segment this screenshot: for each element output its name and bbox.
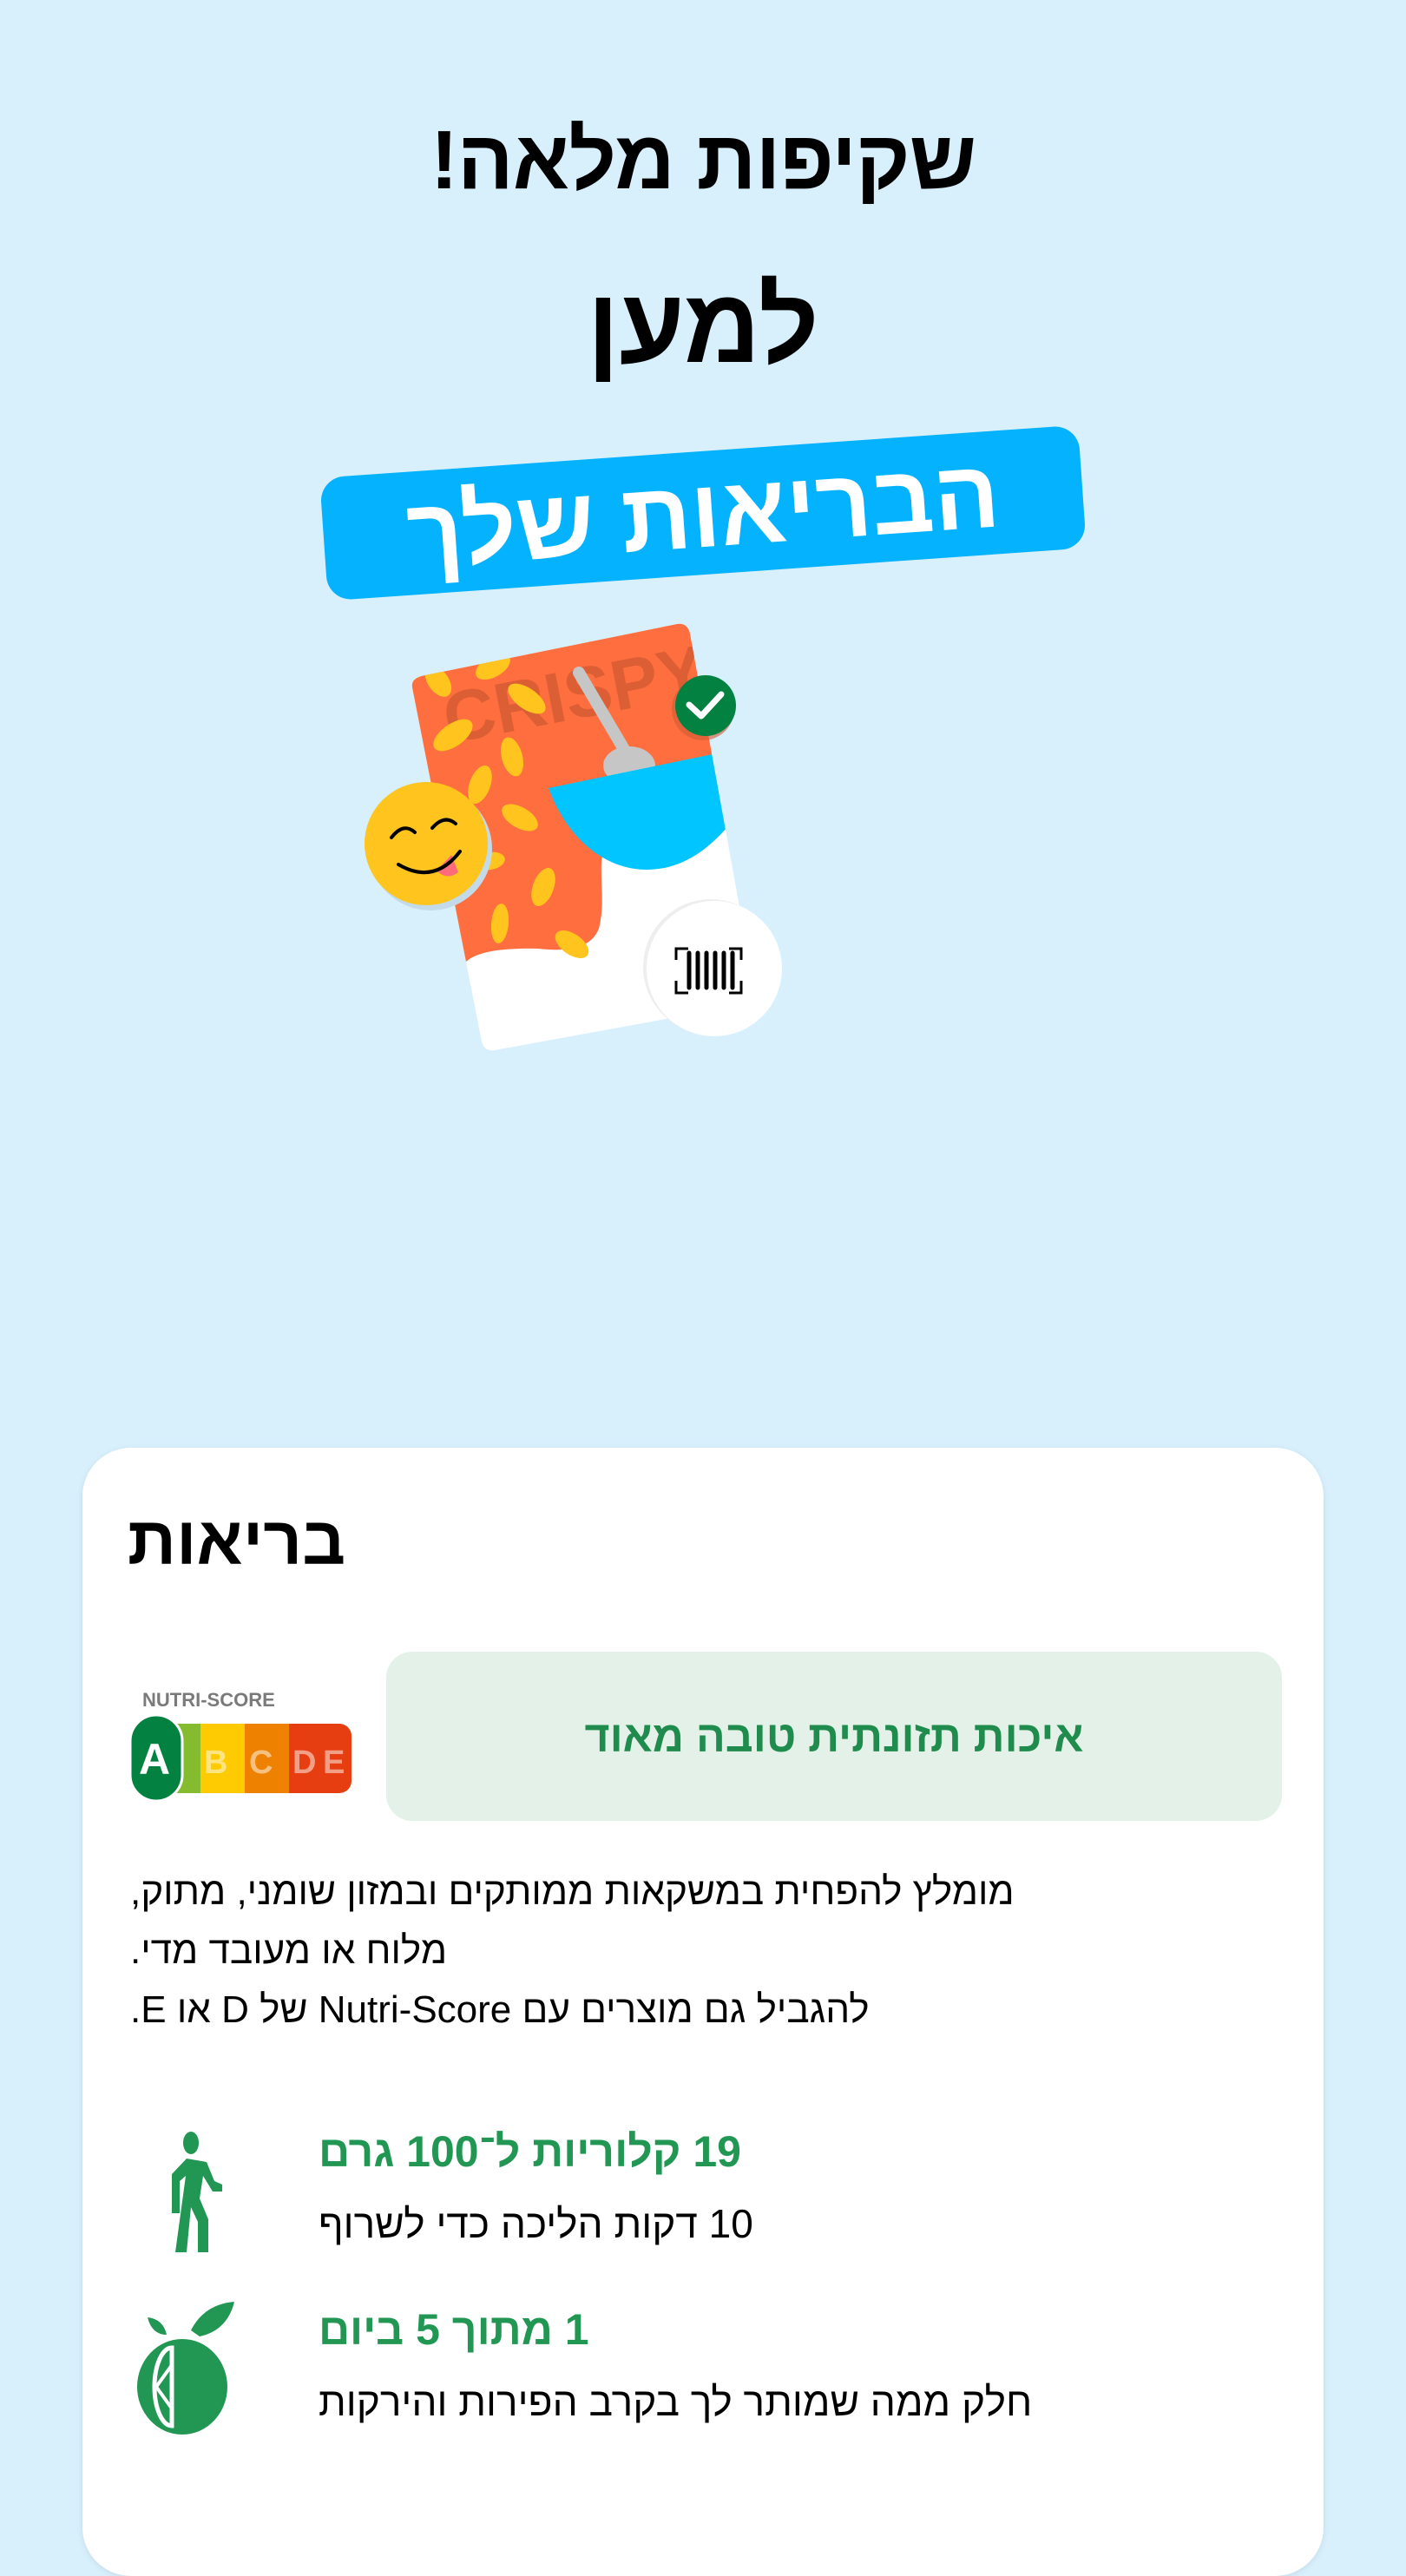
nutri-score-badge: NUTRI-SCORE B C D E A bbox=[130, 1689, 352, 1801]
hero-title-line1: שקיפות מלאה! bbox=[430, 114, 976, 207]
grade-e: E bbox=[323, 1745, 345, 1781]
fact-fruit-title: 1 מתוך 5 ביום bbox=[319, 2305, 589, 2354]
nutri-score-label: NUTRI-SCORE bbox=[142, 1689, 275, 1711]
fruit-icon bbox=[137, 2302, 234, 2435]
walking-person-icon bbox=[172, 2132, 222, 2252]
advice-line-3: להגביל גם מוצרים עם Nutri-Score של D או … bbox=[130, 1988, 870, 2031]
grade-c: C bbox=[249, 1745, 273, 1781]
nutrition-quality-text: איכות תזונתית טובה מאוד bbox=[584, 1712, 1084, 1761]
fact-calories-subtitle: 10 דקות הליכה כדי לשרוף bbox=[319, 2201, 753, 2246]
fact-fruit-subtitle: חלק ממה שמותר לך בקרב הפירות והירקות bbox=[319, 2379, 1033, 2424]
hero-tag: הבריאות שלך bbox=[319, 424, 1087, 601]
advice-line-1: מומלץ להפחית במשקאות ממותקים ובמזון שומנ… bbox=[130, 1870, 1015, 1913]
grade-d: D bbox=[292, 1745, 316, 1781]
health-card-title: בריאות bbox=[128, 1502, 346, 1579]
advice-line-2: מלוח או מעובד מדי. bbox=[130, 1929, 448, 1972]
grade-b: B bbox=[204, 1745, 227, 1781]
hero-title-line2: למען bbox=[587, 266, 819, 384]
grade-a-selected: A bbox=[139, 1735, 170, 1784]
product-illustration: CRISPY bbox=[365, 623, 782, 1051]
nutrition-quality-badge: איכות תזונתית טובה מאוד bbox=[386, 1652, 1282, 1821]
hero-tag-text: הבריאות שלך bbox=[403, 437, 1003, 588]
fact-calories-title: 19 קלוריות ל־100 גרם bbox=[319, 2127, 741, 2176]
